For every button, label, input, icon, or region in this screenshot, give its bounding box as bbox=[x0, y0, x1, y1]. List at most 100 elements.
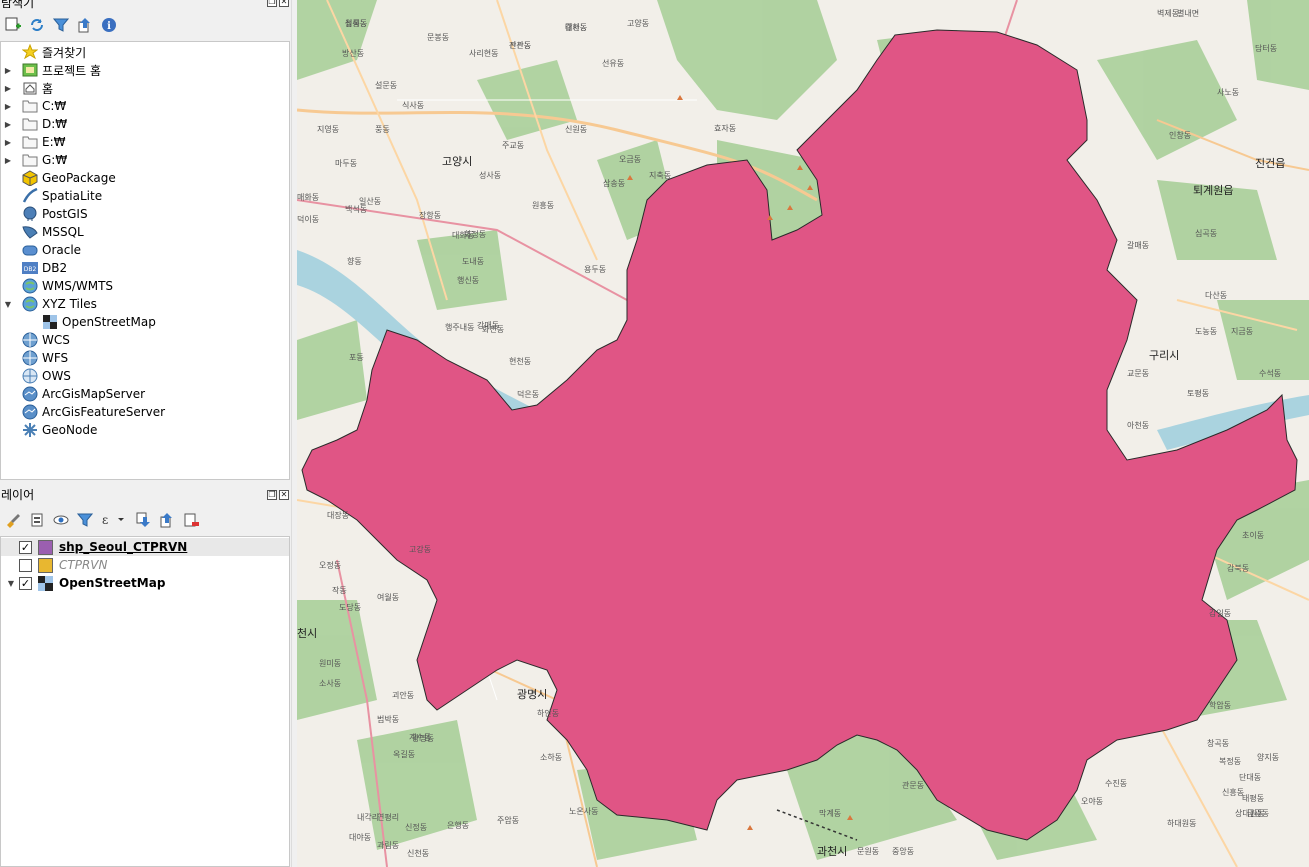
map-place-label: 포동 bbox=[349, 353, 364, 362]
wcs-icon bbox=[21, 332, 39, 348]
browser-item-label: ArcGisFeatureServer bbox=[42, 405, 166, 419]
refresh-icon[interactable] bbox=[28, 16, 46, 34]
browser-item[interactable]: OWS bbox=[1, 367, 289, 385]
city-label: 퇴계원읍 bbox=[1193, 184, 1234, 197]
expand-arrow-icon[interactable]: ▶ bbox=[3, 156, 13, 165]
collapse-all-icon[interactable] bbox=[76, 16, 94, 34]
browser-toolbar: i bbox=[0, 14, 291, 36]
filter-icon[interactable] bbox=[52, 16, 70, 34]
add-group-icon[interactable] bbox=[28, 511, 46, 529]
browser-item-label: XYZ Tiles bbox=[42, 297, 97, 311]
map-place-label: 양지동 bbox=[1257, 753, 1279, 762]
layers-panel-title: 레이어 bbox=[1, 488, 35, 502]
map-place-label: 인창동 bbox=[1169, 130, 1191, 140]
browser-item[interactable]: WFS bbox=[1, 349, 289, 367]
layer-row[interactable]: CTPRVN bbox=[1, 556, 289, 574]
layer-row[interactable]: ▼ ✓ OpenStreetMap bbox=[1, 574, 289, 592]
browser-item[interactable]: MSSQL bbox=[1, 223, 289, 241]
map-place-label: 방산동 bbox=[342, 48, 364, 58]
browser-item-label: PostGIS bbox=[42, 207, 88, 221]
browser-item[interactable]: ▶ G:₩ bbox=[1, 151, 289, 169]
expand-arrow-icon[interactable]: ▶ bbox=[3, 138, 13, 147]
browser-item[interactable]: ▶ C:₩ bbox=[1, 97, 289, 115]
browser-item[interactable]: ▶ 프로젝트 홈 bbox=[1, 61, 289, 79]
wfs-icon bbox=[21, 350, 39, 366]
close-icon[interactable]: ✕ bbox=[279, 0, 289, 7]
float-icon[interactable]: ❐ bbox=[267, 490, 277, 500]
browser-item[interactable]: OpenStreetMap bbox=[1, 313, 289, 331]
browser-item[interactable]: WMS/WMTS bbox=[1, 277, 289, 295]
ows-icon bbox=[21, 368, 39, 384]
map-place-label: 신흥동 bbox=[1222, 787, 1244, 797]
browser-item[interactable]: Oracle bbox=[1, 241, 289, 259]
collapse-all-layers-icon[interactable] bbox=[158, 511, 176, 529]
map-place-label: 화정동 bbox=[464, 229, 486, 239]
browser-item[interactable]: SpatiaLite bbox=[1, 187, 289, 205]
map-place-label: 태평동 bbox=[1242, 793, 1264, 803]
browser-item[interactable]: 즐겨찾기 bbox=[1, 43, 289, 61]
map-place-label: 신원동 bbox=[565, 125, 587, 134]
map-place-label: 갈매동 bbox=[1127, 241, 1149, 250]
map-place-label: 복정동 bbox=[1219, 756, 1241, 766]
folder-icon bbox=[21, 116, 39, 132]
style-paint-icon[interactable] bbox=[4, 511, 22, 529]
map-place-label: 현천동 bbox=[509, 356, 531, 366]
map-place-label: 연평리 bbox=[377, 812, 399, 822]
map-place-label: 매화동 bbox=[297, 193, 319, 202]
filter-legend-icon[interactable] bbox=[76, 511, 94, 529]
map-place-label: 별내면 bbox=[1177, 8, 1199, 18]
visibility-eye-icon[interactable] bbox=[52, 511, 70, 529]
map-place-label: 여월동 bbox=[377, 592, 399, 602]
expand-all-icon[interactable] bbox=[134, 511, 152, 529]
oracle-icon bbox=[21, 242, 39, 258]
browser-item[interactable]: ArcGisMapServer bbox=[1, 385, 289, 403]
map-place-label: 신정동 bbox=[405, 822, 427, 832]
browser-item[interactable]: DB2 DB2 bbox=[1, 259, 289, 277]
browser-item-label: G:₩ bbox=[42, 153, 68, 167]
float-icon[interactable]: ❐ bbox=[267, 0, 277, 7]
browser-item[interactable]: ▶ 홈 bbox=[1, 79, 289, 97]
expand-arrow-icon[interactable]: ▼ bbox=[3, 579, 19, 588]
layer-visibility-checkbox[interactable] bbox=[19, 558, 32, 572]
map-place-label: 원흥동 bbox=[532, 200, 554, 210]
expand-arrow-icon[interactable]: ▶ bbox=[3, 120, 13, 129]
browser-item-label: OpenStreetMap bbox=[62, 315, 156, 329]
map-place-label: 수진동 bbox=[1105, 778, 1127, 788]
map-place-label: 지축동 bbox=[649, 171, 671, 180]
close-icon[interactable]: ✕ bbox=[279, 490, 289, 500]
map-place-label: 토평동 bbox=[1187, 388, 1209, 398]
browser-item[interactable]: ArcGisFeatureServer bbox=[1, 403, 289, 421]
expand-arrow-icon[interactable]: ▶ bbox=[3, 84, 13, 93]
map-place-label: 상대원동 bbox=[1235, 808, 1264, 818]
map-place-label: 오야동 bbox=[1081, 796, 1103, 806]
browser-item[interactable]: ▶ D:₩ bbox=[1, 115, 289, 133]
layer-symbol-swatch bbox=[38, 539, 53, 555]
map-place-label: 성사동 bbox=[479, 171, 501, 180]
add-selected-layers-icon[interactable] bbox=[4, 16, 22, 34]
layer-visibility-checkbox[interactable]: ✓ bbox=[19, 540, 32, 554]
browser-item-label: C:₩ bbox=[42, 99, 67, 113]
browser-item[interactable]: ▶ E:₩ bbox=[1, 133, 289, 151]
folder-icon bbox=[21, 98, 39, 114]
browser-item[interactable]: GeoPackage bbox=[1, 169, 289, 187]
browser-item[interactable]: ▼ XYZ Tiles bbox=[1, 295, 289, 313]
map-place-label: 은행동 bbox=[447, 820, 469, 830]
expand-arrow-icon[interactable]: ▶ bbox=[3, 66, 13, 75]
info-icon[interactable]: i bbox=[100, 16, 118, 34]
layers-toolbar: ε bbox=[0, 509, 291, 531]
expand-arrow-icon[interactable]: ▼ bbox=[3, 300, 13, 309]
layer-label: OpenStreetMap bbox=[59, 576, 166, 590]
layer-row[interactable]: ✓ shp_Seoul_CTPRVN bbox=[1, 538, 289, 556]
browser-item[interactable]: GeoNode bbox=[1, 421, 289, 439]
layer-visibility-checkbox[interactable]: ✓ bbox=[19, 576, 32, 590]
star-icon bbox=[21, 44, 39, 60]
remove-layer-icon[interactable] bbox=[182, 511, 200, 529]
map-canvas[interactable]: 성석동 대자동 관산동 선유동 벽제동 고양동 사리현동 문봉동 식사동 설문동 지영동 풍동 마두동 백… bbox=[297, 0, 1309, 867]
browser-item[interactable]: PostGIS bbox=[1, 205, 289, 223]
expression-filter-icon[interactable]: ε bbox=[100, 511, 128, 529]
map-place-label: 도내동 bbox=[462, 257, 484, 266]
city-label: 진건읍 bbox=[1255, 157, 1286, 170]
map-place-label: 원미동 bbox=[319, 659, 341, 668]
expand-arrow-icon[interactable]: ▶ bbox=[3, 102, 13, 111]
browser-item[interactable]: WCS bbox=[1, 331, 289, 349]
